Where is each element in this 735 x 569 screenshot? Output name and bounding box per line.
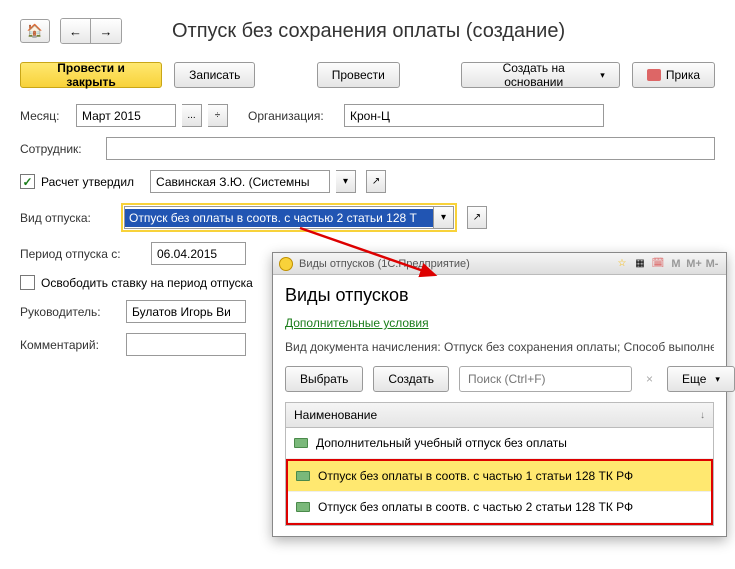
employee-input[interactable] xyxy=(106,137,715,160)
employee-label: Сотрудник: xyxy=(20,142,100,156)
manager-input[interactable] xyxy=(126,300,246,323)
create-based-button[interactable]: Создать на основании xyxy=(461,62,620,88)
month-spinner[interactable]: ÷ xyxy=(208,104,228,127)
column-name-header: Наименование xyxy=(294,408,377,422)
page-title: Отпуск без сохранения оплаты (создание) xyxy=(172,20,565,43)
month-label: Месяц: xyxy=(20,109,70,123)
clear-search-button[interactable]: × xyxy=(642,372,657,386)
list-item-label: Дополнительный учебный отпуск без оплаты xyxy=(316,436,567,450)
home-button[interactable]: 🏠 xyxy=(20,19,50,43)
calc-approved-checkbox[interactable]: ✓ xyxy=(20,174,35,189)
post-and-close-button[interactable]: Провести и закрыть xyxy=(20,62,162,88)
app-logo-icon xyxy=(279,257,293,271)
favorite-icon[interactable]: ☆ xyxy=(614,256,630,272)
org-label: Организация: xyxy=(248,109,338,123)
grid-icon[interactable]: ▦ xyxy=(632,256,648,272)
month-input[interactable] xyxy=(76,104,176,127)
period-from-input[interactable] xyxy=(151,242,246,265)
post-button[interactable]: Провести xyxy=(317,62,400,88)
popup-titlebar-text: Виды отпусков (1С:Предприятие) xyxy=(299,258,608,270)
leave-type-open-button[interactable]: ↗ xyxy=(467,206,487,229)
calc-approved-label: Расчет утвердил xyxy=(41,175,134,189)
forward-button[interactable]: → xyxy=(91,19,121,43)
leave-types-popup: Виды отпусков (1С:Предприятие) ☆ ▦ 🗓 M M… xyxy=(272,252,727,537)
period-from-label: Период отпуска с: xyxy=(20,247,145,261)
list-item[interactable]: Отпуск без оплаты в соотв. с частью 2 ст… xyxy=(288,492,711,523)
leave-type-input[interactable]: Отпуск без оплаты в соотв. с частью 2 ст… xyxy=(124,206,434,229)
list-item[interactable]: Отпуск без оплаты в соотв. с частью 1 ст… xyxy=(288,461,711,492)
manager-label: Руководитель: xyxy=(20,305,120,319)
item-icon xyxy=(296,471,310,481)
approver-dropdown[interactable]: ▾ xyxy=(336,170,356,193)
sort-arrow-icon: ↓ xyxy=(700,410,705,421)
m-minus-button[interactable]: M- xyxy=(704,256,720,272)
leave-type-dropdown[interactable]: ▾ xyxy=(434,206,454,229)
comment-label: Комментарий: xyxy=(20,338,120,352)
select-button[interactable]: Выбрать xyxy=(285,366,363,392)
printer-icon xyxy=(647,69,661,81)
org-input[interactable] xyxy=(344,104,604,127)
approver-input[interactable] xyxy=(150,170,330,193)
item-icon xyxy=(294,438,308,448)
free-rate-checkbox[interactable] xyxy=(20,275,35,290)
m-button[interactable]: M xyxy=(668,256,684,272)
item-icon xyxy=(296,502,310,512)
approver-open-button[interactable]: ↗ xyxy=(366,170,386,193)
popup-header: Виды отпусков xyxy=(285,285,714,306)
free-rate-label: Освободить ставку на период отпуска xyxy=(41,276,253,290)
more-button[interactable]: Еще xyxy=(667,366,735,392)
back-button[interactable]: ← xyxy=(61,19,91,43)
m-plus-button[interactable]: M+ xyxy=(686,256,702,272)
comment-input[interactable] xyxy=(126,333,246,356)
search-input[interactable] xyxy=(459,366,632,392)
popup-info-text: Вид документа начисления: Отпуск без сох… xyxy=(285,340,714,354)
list-item-label: Отпуск без оплаты в соотв. с частью 1 ст… xyxy=(318,469,633,483)
extra-conditions-link[interactable]: Дополнительные условия xyxy=(285,316,714,330)
leave-type-label: Вид отпуска: xyxy=(20,211,115,225)
month-picker-button[interactable]: ... xyxy=(182,104,202,127)
save-button[interactable]: Записать xyxy=(174,62,255,88)
list-item-label: Отпуск без оплаты в соотв. с частью 2 ст… xyxy=(318,500,633,514)
create-button[interactable]: Создать xyxy=(373,366,449,392)
list-header[interactable]: Наименование ↓ xyxy=(285,402,714,428)
list-item[interactable]: Дополнительный учебный отпуск без оплаты xyxy=(286,428,713,459)
calendar-icon[interactable]: 🗓 xyxy=(650,256,666,272)
print-button[interactable]: Прика xyxy=(632,62,715,88)
